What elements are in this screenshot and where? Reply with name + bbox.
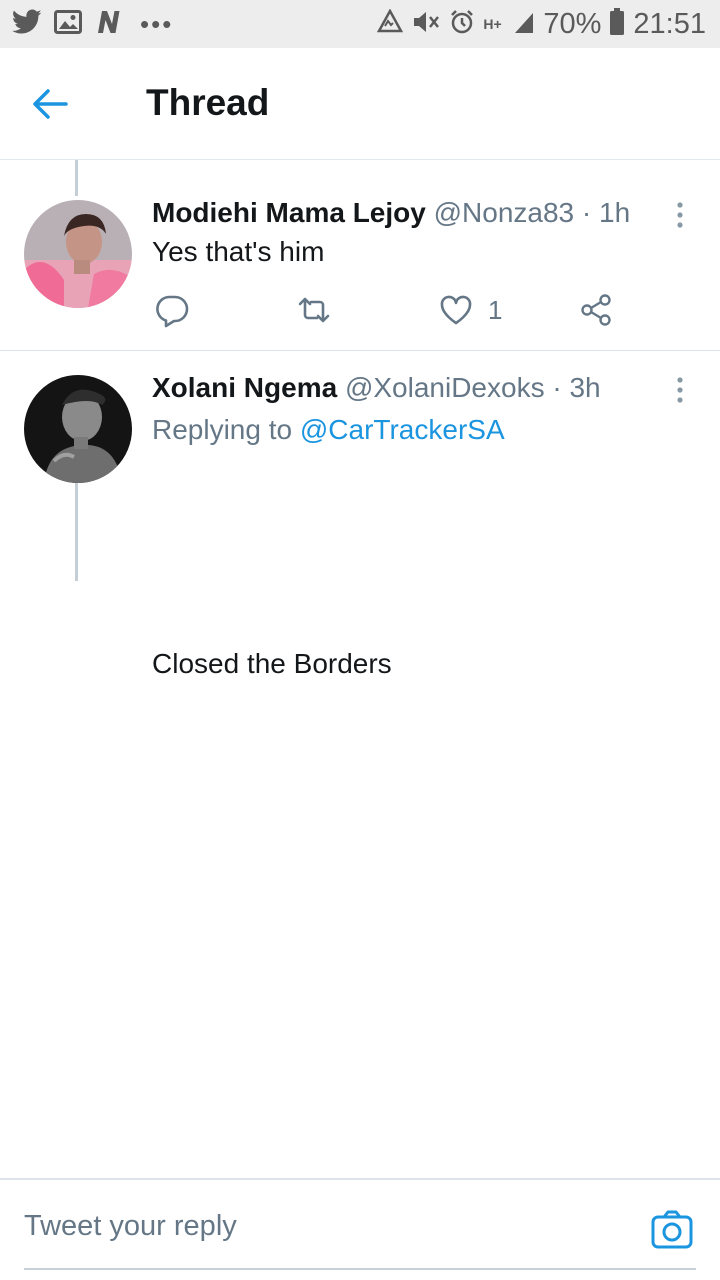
twitter-icon	[12, 9, 42, 40]
arrow-left-icon	[30, 89, 70, 128]
mention-link[interactable]: @CarTrackerSA	[300, 414, 505, 445]
gallery-icon	[54, 9, 82, 40]
n-app-icon	[94, 9, 124, 40]
display-name[interactable]: Xolani Ngema	[152, 372, 337, 403]
input-underline	[24, 1268, 696, 1270]
more-options-button[interactable]	[670, 373, 690, 407]
back-button[interactable]	[30, 84, 82, 124]
signal-icon	[513, 9, 535, 40]
data-saver-icon	[377, 7, 404, 40]
user-handle[interactable]: @Nonza83	[434, 197, 575, 228]
page-title: Thread	[146, 82, 270, 123]
tweet-text: Closed the Borders	[152, 648, 392, 679]
tweet-header: Modiehi Mama Lejoy @Nonza83 · 1h	[152, 196, 650, 230]
more-notifications-dots: •••	[140, 8, 174, 39]
retweet-button[interactable]	[296, 288, 332, 332]
status-bar-system: H+ 70% 21:51	[377, 6, 706, 42]
more-options-button[interactable]	[670, 198, 690, 232]
replying-to: Replying to @CarTrackerSA	[152, 413, 505, 447]
app-header: Thread	[0, 48, 720, 160]
camera-button[interactable]	[650, 1208, 694, 1252]
battery-percent: 70%	[543, 7, 602, 40]
reply-icon	[154, 292, 190, 328]
like-count: 1	[488, 294, 503, 325]
share-icon	[578, 292, 614, 328]
mute-icon	[411, 9, 441, 40]
camera-icon	[650, 1210, 694, 1256]
timestamp: · 1h	[581, 197, 631, 228]
alarm-icon	[449, 9, 475, 40]
share-button[interactable]	[578, 288, 614, 332]
tweet[interactable]: Xolani Ngema @XolaniDexoks · 3h Replying…	[0, 351, 720, 679]
like-button[interactable]: 1	[438, 288, 502, 332]
display-name[interactable]: Modiehi Mama Lejoy	[152, 197, 426, 228]
tweet-text: Yes that's him	[152, 236, 325, 267]
avatar[interactable]	[24, 375, 132, 483]
status-bar-notifications: •••	[12, 8, 173, 40]
reply-button[interactable]	[154, 288, 190, 332]
tweet-actions: 1	[152, 288, 622, 332]
tweet[interactable]: Modiehi Mama Lejoy @Nonza83 · 1h Yes tha…	[0, 160, 720, 351]
battery-icon	[609, 7, 625, 41]
tweet-header: Xolani Ngema @XolaniDexoks · 3h	[152, 371, 650, 405]
tweet-reply-input[interactable]	[24, 1210, 584, 1243]
timestamp: · 3h	[552, 372, 601, 403]
more-vertical-icon	[670, 202, 690, 236]
thread-connector-line	[75, 160, 78, 196]
thread-connector-line	[75, 483, 78, 581]
reply-composer	[0, 1178, 720, 1280]
replying-to-label: Replying to	[152, 414, 300, 445]
network-type-label: H+	[483, 16, 502, 32]
thread-list: Modiehi Mama Lejoy @Nonza83 · 1h Yes tha…	[0, 160, 720, 679]
more-vertical-icon	[670, 377, 690, 411]
clock: 21:51	[633, 7, 706, 40]
avatar[interactable]	[24, 200, 132, 308]
user-handle[interactable]: @XolaniDexoks	[345, 372, 545, 403]
retweet-icon	[296, 292, 332, 328]
status-bar: ••• H+ 70% 21:51	[0, 0, 720, 48]
tweet-actions	[152, 700, 622, 744]
heart-icon	[438, 292, 474, 328]
